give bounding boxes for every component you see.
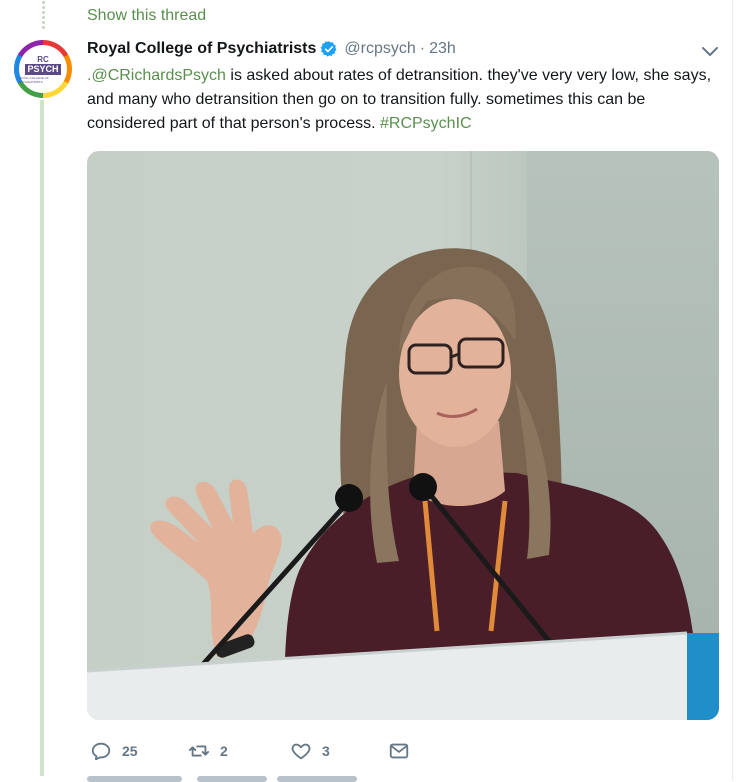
verified-badge-icon (321, 41, 337, 57)
chevron-down-icon[interactable] (700, 44, 720, 60)
retweet-icon (188, 745, 210, 757)
direct-message-button[interactable] (388, 740, 410, 762)
retweet-count: 2 (220, 743, 228, 759)
header-separator: · (419, 40, 426, 57)
display-name[interactable]: Royal College of Psychiatrists (87, 40, 316, 58)
reply-count: 25 (122, 743, 138, 759)
thread-connector-dots (42, 0, 45, 30)
tweet-timestamp[interactable]: 23h (429, 40, 456, 58)
reply-button[interactable]: 25 (90, 740, 138, 762)
hashtag-link[interactable]: #RCPsychIC (380, 115, 472, 132)
tweet-header: Royal College of Psychiatrists @rcpsych … (87, 38, 456, 60)
tweet-photo[interactable] (87, 151, 719, 720)
column-border (732, 0, 733, 781)
avatar-logo: RC PSYCH ROYAL COLLEGE OF PSYCHIATRISTS (19, 45, 67, 93)
photo-scene (87, 248, 719, 720)
reply-icon (91, 742, 111, 761)
thread-connector-line (40, 100, 44, 776)
retweet-button[interactable]: 2 (188, 740, 228, 762)
user-handle[interactable]: @rcpsych (344, 40, 415, 58)
avatar-logo-rc: RC (37, 54, 49, 64)
avatar[interactable]: RC PSYCH ROYAL COLLEGE OF PSYCHIATRISTS (14, 40, 72, 98)
avatar-logo-psych: PSYCH (25, 63, 61, 75)
avatar-logo-subtitle: ROYAL COLLEGE OF PSYCHIATRISTS (19, 75, 49, 84)
envelope-icon (389, 743, 409, 759)
mention-link[interactable]: .@CRichardsPsych (87, 67, 226, 84)
like-button[interactable]: 3 (290, 740, 330, 762)
like-count: 3 (322, 743, 330, 759)
tweet-text: .@CRichardsPsych is asked about rates of… (87, 64, 727, 136)
heart-icon (291, 743, 311, 760)
show-thread-link[interactable]: Show this thread (87, 7, 206, 25)
